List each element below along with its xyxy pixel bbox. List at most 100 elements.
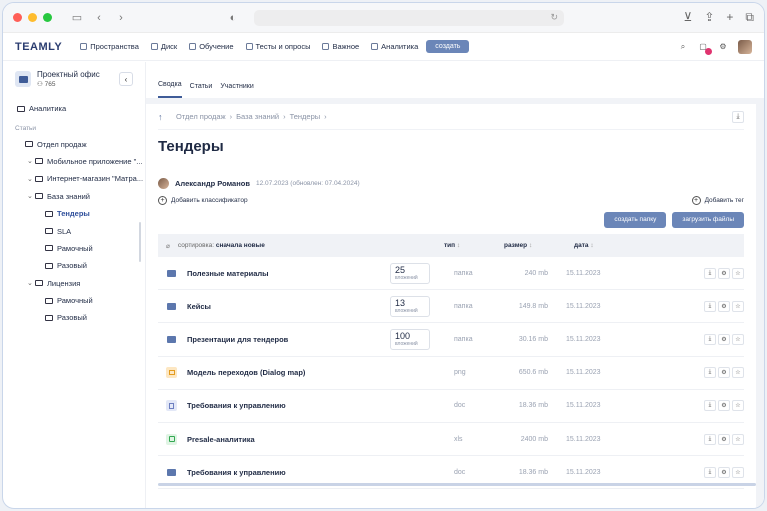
sidebar-item-9[interactable]: Рамочный	[3, 292, 145, 309]
column-date[interactable]: дата ↕	[574, 242, 594, 249]
tabs-overview-icon[interactable]: ⧉	[745, 10, 754, 25]
download-icon[interactable]: ⤓	[704, 333, 716, 345]
reload-icon[interactable]: ↻	[550, 12, 558, 23]
download-icon[interactable]: ⤓	[704, 433, 716, 445]
sidebar-item-7[interactable]: Разовый	[3, 257, 145, 274]
download-icon[interactable]: ⤓	[732, 110, 744, 123]
breadcrumb-item-2[interactable]: Тендеры	[290, 112, 321, 121]
table-row[interactable]: Презентации для тендеров 100 вложений папка…	[158, 323, 744, 357]
chevron-down-icon[interactable]: ⌄	[27, 175, 35, 183]
star-icon[interactable]: ☆	[732, 333, 744, 345]
sidebar-item-0[interactable]: Отдел продаж	[3, 135, 145, 152]
gear-icon[interactable]: ⚙	[718, 466, 730, 478]
gear-icon[interactable]: ⚙	[718, 267, 730, 279]
user-avatar[interactable]	[738, 39, 752, 54]
nav-item-5[interactable]: Аналитика	[371, 42, 418, 51]
column-type[interactable]: тип ↕	[444, 242, 460, 249]
gear-icon[interactable]: ⚙	[718, 300, 730, 312]
sidebar-item-10[interactable]: Разовый	[3, 309, 145, 326]
star-icon[interactable]: ☆	[732, 433, 744, 445]
table-row[interactable]: Модель переходов (Dialog map) png 650.6 mb…	[158, 357, 744, 390]
teamly-logo[interactable]: TEAMLY	[15, 41, 62, 53]
file-name[interactable]: Требования к управлению	[187, 468, 286, 477]
address-bar[interactable]: ↻	[254, 9, 564, 26]
file-date: 15.11.2023	[566, 269, 601, 277]
table-row[interactable]: Требования к управлению doc 18.36 mb 15.11.…	[158, 390, 744, 423]
create-button[interactable]: создать	[426, 40, 470, 53]
table-row[interactable]: Полезные материалы 25 вложений папка 240 mb 1…	[158, 257, 744, 291]
breadcrumb-item-1[interactable]: База знаний	[236, 112, 279, 121]
download-icon[interactable]: ⤓	[704, 267, 716, 279]
sidebar-scrollbar[interactable]	[139, 222, 141, 262]
file-name[interactable]: Модель переходов (Dialog map)	[187, 368, 305, 377]
nav-item-3[interactable]: Тесты и опросы	[245, 42, 310, 51]
minimize-window-button[interactable]	[28, 13, 37, 22]
download-icon[interactable]: ⤓	[704, 466, 716, 478]
breadcrumb-item-0[interactable]: Отдел продаж	[176, 112, 226, 121]
download-icon[interactable]: ⤓	[704, 300, 716, 312]
add-classifier-button[interactable]: + Добавить классификатор	[158, 195, 248, 205]
gear-icon[interactable]: ⚙	[718, 400, 730, 412]
tab-0[interactable]: Сводка	[158, 81, 182, 98]
notifications-icon[interactable]: ▢	[698, 42, 712, 55]
tab-1[interactable]: Статьи	[190, 83, 213, 98]
back-icon[interactable]: ‹	[92, 11, 106, 25]
sort-control[interactable]: сортировка: сначала новые	[178, 242, 265, 249]
sidebar-item-1[interactable]: ⌄ Мобильное приложение "...	[3, 153, 145, 170]
chevron-down-icon[interactable]: ⌄	[27, 192, 35, 200]
chevron-down-icon[interactable]: ⌄	[27, 157, 35, 165]
file-name[interactable]: Кейсы	[187, 302, 211, 311]
file-name[interactable]: Требования к управлению	[187, 401, 286, 410]
author-name[interactable]: Александр Романов	[175, 179, 250, 188]
new-tab-icon[interactable]: +	[726, 10, 733, 25]
close-window-button[interactable]	[13, 13, 22, 22]
downloads-icon[interactable]: ⊻	[684, 10, 693, 25]
star-icon[interactable]: ☆	[732, 300, 744, 312]
star-icon[interactable]: ☆	[732, 367, 744, 379]
horizontal-scrollbar[interactable]	[158, 483, 756, 486]
forward-icon[interactable]: ›	[114, 11, 128, 25]
tab-2[interactable]: Участники	[220, 83, 253, 98]
shield-icon[interactable]: ◐	[226, 11, 240, 25]
sidebar-item-4[interactable]: Тендеры	[3, 205, 145, 222]
sidebar-item-5[interactable]: SLA	[3, 222, 145, 239]
arrow-up-icon[interactable]: ↑	[158, 112, 168, 122]
sidebar-item-8[interactable]: ⌄ Лицензия	[3, 275, 145, 292]
column-size[interactable]: размер ↕	[504, 242, 532, 249]
gear-icon[interactable]: ⚙	[718, 333, 730, 345]
star-icon[interactable]: ☆	[732, 267, 744, 279]
document-file-icon	[166, 400, 177, 412]
image-file-icon	[166, 367, 177, 379]
sidebar-item-6[interactable]: Рамочный	[3, 240, 145, 257]
file-name[interactable]: Презентации для тендеров	[187, 335, 288, 344]
star-icon[interactable]: ☆	[732, 466, 744, 478]
collapse-sidebar-button[interactable]: ‹	[119, 72, 133, 86]
sidebar-item-3[interactable]: ⌄ База знаний	[3, 188, 145, 205]
table-row[interactable]: Presale-аналитика xls 2400 mb 15.11.2023 ⤓ ⚙ ☆	[158, 423, 744, 457]
sidebar-item-analytics[interactable]: Аналитика	[3, 100, 145, 117]
nav-item-0[interactable]: Пространства	[80, 42, 139, 51]
nav-item-1[interactable]: Диск	[150, 42, 177, 51]
search-icon[interactable]: ⌕	[678, 42, 688, 52]
star-icon[interactable]: ☆	[732, 400, 744, 412]
gear-icon[interactable]: ⚙	[718, 42, 728, 52]
share-icon[interactable]: ⇪	[704, 10, 714, 25]
spreadsheet-file-icon	[166, 433, 177, 445]
zoom-window-button[interactable]	[43, 13, 52, 22]
download-icon[interactable]: ⤓	[704, 367, 716, 379]
chevron-down-icon[interactable]: ⌄	[27, 279, 35, 287]
nav-item-2[interactable]: Обучение	[189, 42, 234, 51]
space-title[interactable]: Проектный офис	[37, 70, 100, 79]
table-row[interactable]: Кейсы 13 вложений папка 149.8 mb 15.11.2023 ⤓ ⚙…	[158, 290, 744, 324]
sidebar-item-2[interactable]: ⌄ Интернет-магазин "Матра...	[3, 170, 145, 187]
sidebar-toggle-icon[interactable]: ▭	[70, 11, 84, 25]
download-icon[interactable]: ⤓	[704, 400, 716, 412]
create-folder-button[interactable]: создать папку	[604, 212, 667, 228]
gear-icon[interactable]: ⚙	[718, 367, 730, 379]
file-name[interactable]: Полезные материалы	[187, 269, 269, 278]
gear-icon[interactable]: ⚙	[718, 433, 730, 445]
add-tag-button[interactable]: + Добавить тег	[691, 195, 744, 205]
upload-files-button[interactable]: загрузить файлы	[672, 212, 744, 228]
nav-item-4[interactable]: Важное	[322, 42, 359, 51]
file-name[interactable]: Presale-аналитика	[187, 435, 255, 444]
